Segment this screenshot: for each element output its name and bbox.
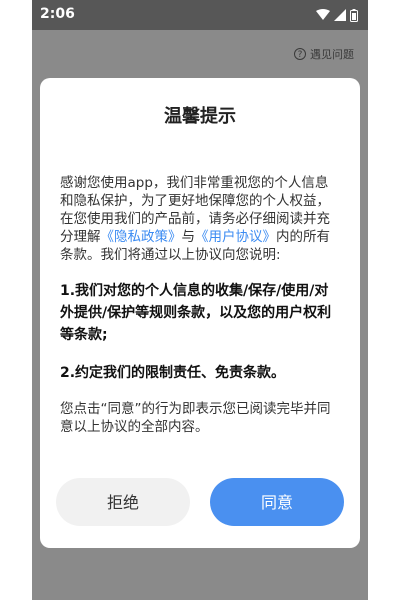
- intro-paragraph: 感谢您使用app，我们非常重视您的个人信息和隐私保护，为了更好地保障您的个人权益…: [60, 174, 340, 264]
- closing-paragraph: 您点击“同意”的行为即表示您已阅读完毕并同意以上协议的全部内容。: [60, 401, 331, 435]
- intro-text-2: 与: [181, 229, 196, 245]
- status-bar: 2:06: [32, 0, 368, 30]
- signal-icon: [334, 9, 346, 21]
- privacy-dialog: 温馨提示 感谢您使用app，我们非常重视您的个人信息和隐私保护，为了更好地保障您…: [40, 78, 360, 548]
- dialog-body: 感谢您使用app，我们非常重视您的个人信息和隐私保护，为了更好地保障您的个人权益…: [60, 174, 340, 452]
- faq-link[interactable]: ? 遇见问题: [294, 46, 354, 62]
- help-circle-icon: ?: [294, 48, 306, 60]
- faq-label: 遇见问题: [310, 48, 354, 61]
- agree-button[interactable]: 同意: [210, 478, 344, 526]
- battery-icon: [350, 8, 358, 22]
- status-icons: [316, 8, 358, 22]
- dialog-title: 温馨提示: [164, 106, 236, 127]
- wifi-icon: [316, 9, 330, 20]
- point-1: 1.我们对您的个人信息的收集/保存/使用/对外提供/保护等规则条款，以及您的用户…: [60, 283, 332, 343]
- status-time: 2:06: [40, 6, 75, 22]
- reject-button[interactable]: 拒绝: [56, 478, 190, 526]
- phone-screen: 2:06 ? 遇见问题 温馨提示 感谢您使用app，我们非常重视您的个人信息和隐…: [32, 0, 368, 600]
- point-2: 2.约定我们的限制责任、免责条款。: [60, 365, 286, 381]
- user-agreement-link[interactable]: 《用户协议》: [195, 229, 276, 245]
- privacy-policy-link[interactable]: 《隐私政策》: [101, 229, 182, 245]
